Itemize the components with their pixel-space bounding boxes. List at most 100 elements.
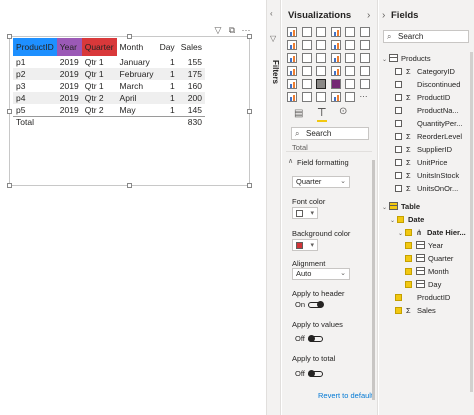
hierarchy-level-item[interactable]: Month xyxy=(405,266,449,277)
table-icon[interactable] xyxy=(316,79,326,89)
field-checkbox[interactable] xyxy=(395,67,402,75)
field-checkbox[interactable] xyxy=(395,119,402,127)
map-icon[interactable] xyxy=(287,66,297,76)
apply-to-values-toggle[interactable]: Off xyxy=(295,334,323,343)
apply-to-header-toggle[interactable]: On xyxy=(295,300,325,309)
resize-handle[interactable] xyxy=(127,183,132,188)
hierarchy-level-item[interactable]: Day xyxy=(405,279,441,290)
column-header-month[interactable]: Month xyxy=(117,38,157,56)
field-item[interactable]: Σ UnitsOnOr... xyxy=(395,183,458,194)
r-visual-icon[interactable] xyxy=(345,79,355,89)
scatter-icon[interactable] xyxy=(316,53,326,63)
field-checkbox[interactable] xyxy=(395,158,402,166)
resize-handle[interactable] xyxy=(7,34,12,39)
resize-handle[interactable] xyxy=(247,109,252,114)
filters-label[interactable]: Filters xyxy=(271,60,280,84)
waterfall-icon[interactable] xyxy=(287,53,297,63)
field-checkbox[interactable] xyxy=(405,267,412,275)
hierarchy-level-item[interactable]: Quarter xyxy=(405,253,453,264)
format-pane-scrollbar[interactable] xyxy=(372,160,375,400)
field-checkbox[interactable] xyxy=(395,145,402,153)
clustered-bar-icon[interactable] xyxy=(316,27,326,37)
kpi-icon[interactable] xyxy=(287,79,297,89)
table-table-node[interactable]: ⌄ Table xyxy=(382,201,420,212)
field-checkbox[interactable] xyxy=(405,280,412,288)
stacked-area-icon[interactable] xyxy=(316,40,326,50)
collapse-chevron-icon[interactable]: › xyxy=(382,10,385,21)
100-bar-icon[interactable] xyxy=(345,27,355,37)
line-chart-icon[interactable] xyxy=(287,40,297,50)
funnel-icon[interactable] xyxy=(301,53,312,63)
collapse-arrow-icon[interactable]: ⌄ xyxy=(382,203,389,214)
line-column-icon[interactable] xyxy=(330,40,341,50)
fields-tab-icon[interactable]: ▤ xyxy=(294,108,303,119)
field-checkbox[interactable] xyxy=(405,254,412,262)
card-icon[interactable] xyxy=(345,66,355,76)
fields-pane-scrollbar[interactable] xyxy=(470,52,473,392)
area-chart-icon[interactable] xyxy=(301,40,312,50)
field-checkbox[interactable] xyxy=(395,293,402,301)
field-checkbox[interactable] xyxy=(405,241,412,249)
collapse-arrow-icon[interactable]: ⌄ xyxy=(390,216,397,227)
resize-handle[interactable] xyxy=(247,34,252,39)
field-item[interactable]: Discontinued xyxy=(395,79,460,90)
fields-search-box[interactable]: ⌕ Search xyxy=(383,30,469,43)
resize-handle[interactable] xyxy=(7,109,12,114)
field-item[interactable]: Σ UnitPrice xyxy=(395,157,447,168)
focus-mode-icon[interactable]: ⧉ xyxy=(227,26,237,35)
format-search-box[interactable]: ⌕ Search xyxy=(291,127,369,140)
chevron-up-icon[interactable]: ∧ xyxy=(288,157,293,165)
field-item[interactable]: Σ Sales xyxy=(395,305,436,316)
field-item[interactable]: Σ UnitsInStock xyxy=(395,170,459,181)
background-color-picker[interactable]: ▾ xyxy=(292,239,318,251)
field-item[interactable]: Σ SupplierID xyxy=(395,144,452,155)
collapse-chevron-icon[interactable]: › xyxy=(367,10,370,21)
column-header-sales[interactable]: Sales xyxy=(178,38,205,56)
date-hierarchy-node[interactable]: ⌄ ⋔ Date Hier... xyxy=(398,227,466,238)
collapse-arrow-icon[interactable]: ⌄ xyxy=(398,229,405,240)
field-checkbox[interactable] xyxy=(395,106,402,114)
paginated-report-icon[interactable] xyxy=(345,92,355,102)
smart-narrative-icon[interactable] xyxy=(330,92,341,102)
donut-chart-icon[interactable] xyxy=(345,53,355,63)
resize-handle[interactable] xyxy=(247,183,252,188)
qa-visual-icon[interactable] xyxy=(316,92,326,102)
gauge-icon[interactable] xyxy=(330,66,341,76)
column-header-quarter[interactable]: Quarter xyxy=(81,38,117,56)
column-header-day[interactable]: Day xyxy=(157,38,178,56)
key-influencers-icon[interactable] xyxy=(287,92,297,102)
field-item[interactable]: Σ ReorderLevel xyxy=(395,131,462,142)
hierarchy-level-item[interactable]: Year xyxy=(405,240,443,251)
decomposition-tree-icon[interactable] xyxy=(301,92,312,102)
filter-icon[interactable]: ▽ xyxy=(213,26,223,35)
python-visual-icon[interactable] xyxy=(359,79,370,89)
column-header-year[interactable]: Year xyxy=(56,38,82,56)
line-cluster-icon[interactable] xyxy=(345,40,355,50)
100-column-icon[interactable] xyxy=(359,27,370,37)
stacked-column-icon[interactable] xyxy=(301,27,312,37)
field-checkbox[interactable] xyxy=(395,171,402,179)
analytics-magnifier-icon[interactable]: ⊙ xyxy=(339,106,347,117)
field-checkbox[interactable] xyxy=(395,132,402,140)
field-checkbox[interactable] xyxy=(395,306,402,314)
field-formatting-title[interactable]: Field formatting xyxy=(297,158,349,167)
matrix-icon[interactable] xyxy=(330,79,341,89)
filled-map-icon[interactable] xyxy=(301,66,312,76)
format-paint-roller-icon[interactable]: ⊤ xyxy=(317,106,327,122)
field-checkbox[interactable] xyxy=(395,184,402,192)
products-table-node[interactable]: ⌄ Products xyxy=(382,53,431,64)
shape-map-icon[interactable] xyxy=(316,66,326,76)
more-icon[interactable]: ··· xyxy=(360,92,370,102)
field-select-dropdown[interactable]: Quarter ⌄ xyxy=(292,176,350,188)
field-item[interactable]: ProductNa... xyxy=(395,105,459,116)
multi-row-card-icon[interactable] xyxy=(359,66,370,76)
field-item[interactable]: Σ CategoryID xyxy=(395,66,455,77)
collapse-arrow-icon[interactable]: ⌄ xyxy=(382,55,389,66)
field-checkbox[interactable] xyxy=(397,215,404,223)
field-checkbox[interactable] xyxy=(405,228,412,236)
column-header-productid[interactable]: ProductID xyxy=(13,38,57,56)
expand-chevron-icon[interactable]: ‹ xyxy=(270,9,273,18)
filters-pane-collapsed[interactable]: ‹ ▽ Filters xyxy=(266,0,281,415)
stacked-bar-icon[interactable] xyxy=(287,27,297,37)
font-color-picker[interactable]: ▾ xyxy=(292,207,318,219)
